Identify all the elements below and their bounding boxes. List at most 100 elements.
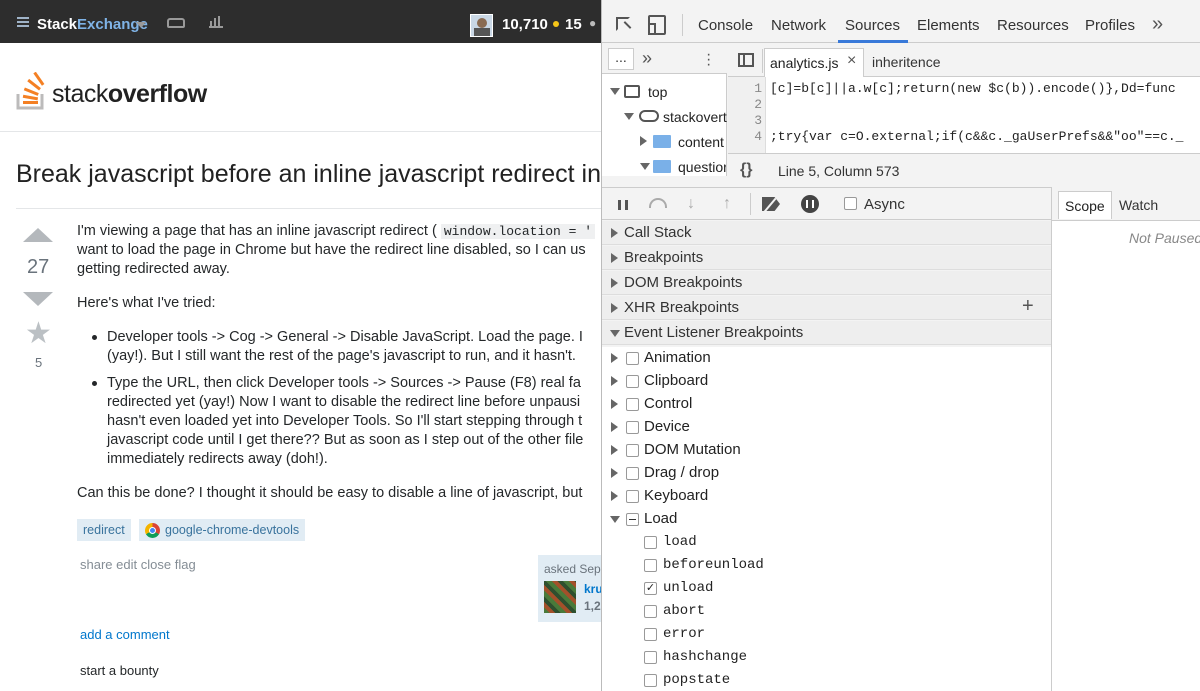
event-category-control[interactable]: Control [602, 393, 1051, 416]
cloud-icon [639, 110, 659, 122]
load-event-abort[interactable]: abort [602, 600, 1051, 623]
pause-on-exceptions-icon[interactable] [801, 195, 819, 213]
tab-sources[interactable]: Sources [845, 17, 900, 34]
step-out-icon[interactable]: ↑ [723, 195, 731, 213]
section-xhr-breakpoints[interactable]: XHR Breakpoints + [602, 295, 1051, 320]
editor-tabbar: analytics.js × inheritence [728, 44, 1200, 77]
navigator-more-button[interactable]: » [642, 48, 652, 69]
checked-checkbox-icon[interactable]: ✓ [644, 582, 657, 595]
inspect-element-icon[interactable] [616, 17, 632, 31]
event-category-drag-drop[interactable]: Drag / drop [602, 462, 1051, 485]
load-event-load[interactable]: load [602, 531, 1051, 554]
user-name[interactable]: kru [584, 582, 601, 596]
section-breakpoints[interactable]: Breakpoints [602, 246, 1051, 270]
pause-icon[interactable] [618, 200, 628, 210]
tree-toggle-questions[interactable] [640, 163, 650, 170]
devtools-toolbar: Console Network Sources Elements Resourc… [602, 0, 1200, 43]
load-event-beforeunload[interactable]: beforeunload [602, 554, 1051, 577]
stackoverflow-page: StackExchange 10,710 15 ● stackoverflow … [0, 0, 601, 691]
deactivate-breakpoints-icon[interactable] [762, 197, 780, 211]
event-category-load[interactable]: Load [602, 508, 1051, 531]
share-link[interactable]: share [80, 557, 113, 572]
event-category-clipboard[interactable]: Clipboard [602, 370, 1051, 393]
more-tabs-button[interactable]: » [1152, 13, 1163, 36]
section-event-listener-breakpoints[interactable]: Event Listener Breakpoints [602, 321, 1051, 345]
checkbox-icon[interactable] [644, 651, 657, 664]
tab-sources-underline [838, 40, 908, 43]
event-category-animation[interactable]: Animation [602, 347, 1051, 370]
tree-item-top[interactable]: top [648, 84, 667, 100]
favorite-star-icon[interactable]: ★ [25, 316, 52, 351]
device-mode-icon[interactable] [648, 15, 666, 35]
tree-toggle-content[interactable] [640, 136, 647, 146]
tab-network[interactable]: Network [771, 17, 826, 34]
avatar[interactable] [470, 14, 493, 37]
tab-resources[interactable]: Resources [997, 17, 1069, 34]
section-dom-breakpoints[interactable]: DOM Breakpoints [602, 271, 1051, 295]
navigator-menu-icon[interactable]: · · · [706, 47, 711, 73]
load-event-error[interactable]: error [602, 623, 1051, 646]
tab-profiles[interactable]: Profiles [1085, 17, 1135, 34]
load-event-popstate[interactable]: popstate [602, 669, 1051, 691]
close-link[interactable]: close [141, 557, 171, 572]
file-tab-inheritence[interactable]: inheritence [872, 54, 941, 70]
step-over-icon[interactable] [649, 198, 667, 208]
load-event-unload[interactable]: ✓ unload [602, 577, 1051, 600]
code-line: 4 ;try{var c=O.external;if(c&&c._gaUserPr… [754, 129, 1184, 144]
question-title[interactable]: Break javascript before an inline javasc… [16, 160, 601, 189]
devtools-panel: Console Network Sources Elements Resourc… [601, 0, 1200, 691]
flag-link[interactable]: flag [175, 557, 196, 572]
stackoverflow-logo[interactable]: stackoverflow [16, 72, 216, 112]
downvote-button[interactable] [23, 292, 53, 306]
tab-console[interactable]: Console [698, 17, 753, 34]
post-menu: share edit close flag [80, 557, 196, 572]
chevron-down-icon[interactable] [136, 22, 146, 28]
tree-toggle-top[interactable] [610, 88, 620, 95]
pretty-print-button[interactable]: {} [740, 161, 752, 179]
load-event-hashchange[interactable]: hashchange [602, 646, 1051, 669]
tab-elements[interactable]: Elements [917, 17, 980, 34]
achievements-icon[interactable] [209, 16, 223, 28]
tag-google-chrome-devtools[interactable]: google-chrome-devtools [139, 519, 306, 541]
checkbox-icon[interactable] [644, 536, 657, 549]
tree-item-content[interactable]: content [678, 134, 727, 150]
toggle-navigator-icon[interactable] [738, 53, 754, 67]
edit-link[interactable]: edit [116, 557, 137, 572]
step-into-icon[interactable]: ↓ [687, 195, 695, 213]
inbox-icon[interactable] [167, 18, 185, 28]
file-tab-analytics[interactable]: analytics.js × [764, 48, 864, 77]
start-bounty-link[interactable]: start a bounty [80, 663, 159, 678]
folder-icon [653, 160, 671, 173]
navigator-toolbar: ... » · · · [602, 44, 727, 74]
section-call-stack[interactable]: Call Stack [602, 221, 1051, 245]
editor-statusbar: {} Line 5, Column 573 [728, 153, 1200, 186]
tree-item-domain[interactable]: stackovert [663, 109, 727, 125]
tab-watch[interactable]: Watch [1119, 197, 1158, 213]
upvote-button[interactable] [23, 228, 53, 242]
tab-scope[interactable]: Scope [1058, 191, 1112, 219]
tree-item-questions[interactable]: questior [678, 159, 726, 175]
checkbox-icon[interactable] [644, 605, 657, 618]
code-line: 3 [754, 113, 762, 128]
tree-toggle-domain[interactable] [624, 113, 634, 120]
event-category-device[interactable]: Device [602, 416, 1051, 439]
checkbox-icon[interactable] [644, 628, 657, 641]
load-event-label: unload [663, 580, 714, 596]
event-category-dom-mutation[interactable]: DOM Mutation [602, 439, 1051, 462]
load-event-label: abort [663, 603, 706, 619]
async-checkbox[interactable] [844, 197, 857, 210]
stackexchange-brand[interactable]: StackExchange [37, 16, 148, 33]
add-comment-link[interactable]: add a comment [80, 627, 170, 642]
navigator-tab-dots[interactable]: ... [608, 48, 634, 70]
checkbox-icon[interactable] [644, 674, 657, 687]
tag-redirect[interactable]: redirect [77, 519, 131, 541]
close-icon[interactable]: × [847, 52, 856, 70]
event-category-keyboard[interactable]: Keyboard [602, 485, 1051, 508]
add-xhr-breakpoint-button[interactable]: + [1022, 295, 1034, 318]
bullet-item: Type the URL, then click Developer tools… [77, 374, 601, 469]
body-paragraph: Here's what I've tried: [77, 295, 216, 311]
checkbox-icon[interactable] [644, 559, 657, 572]
code-editor[interactable]: 1 [c]=b[c]||a.w[c];return(new $c(b)).enco… [728, 77, 1200, 153]
stackexchange-menu-icon[interactable] [17, 17, 29, 27]
user-avatar[interactable] [544, 581, 576, 613]
